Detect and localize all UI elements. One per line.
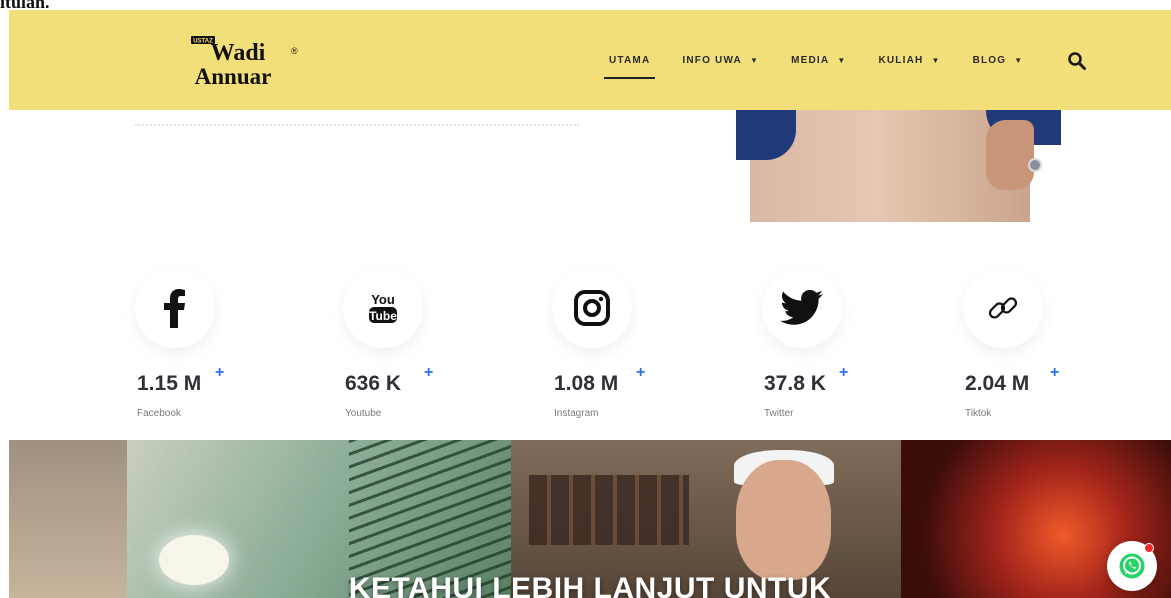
instagram-icon [574, 290, 610, 326]
logo-line-2: Annuar [195, 64, 272, 89]
page: USTAZ Wadi Annuar ® UTAMA INFO UWA ▼ MED… [9, 10, 1171, 598]
twitter-icon [780, 290, 823, 325]
youtube-icon-text: You [371, 292, 395, 307]
facebook-icon-button[interactable] [135, 268, 215, 348]
nav-item-label: UTAMA [609, 54, 651, 66]
site-logo[interactable]: USTAZ Wadi Annuar ® [173, 32, 303, 90]
youtube-icon: You Tube [369, 292, 397, 323]
plus-icon: + [215, 364, 225, 381]
plus-icon: + [839, 364, 849, 381]
stat-label: Youtube [345, 408, 382, 419]
twitter-icon-button[interactable] [762, 268, 842, 348]
stat-facebook: 1.15 M + Facebook [119, 268, 269, 438]
chevron-down-icon: ▼ [931, 55, 941, 65]
plus-icon: + [1050, 364, 1060, 381]
page-top-strip: itulah. [0, 0, 1171, 12]
stat-label: Instagram [554, 408, 599, 419]
hero-divider [135, 124, 579, 126]
chevron-down-icon: ▼ [749, 55, 760, 65]
stat-value: 2.04 M [965, 372, 1030, 395]
stat-value: 1.08 M [554, 372, 619, 395]
stat-label: Twitter [764, 408, 794, 419]
nav-item-utama[interactable]: UTAMA [603, 54, 656, 79]
stat-instagram: 1.08 M + Instagram [536, 268, 686, 438]
stat-value: 636 K [345, 372, 402, 395]
youtube-icon-text: Tube [369, 309, 397, 323]
nav-item-kuliah[interactable]: KULIAH ▼ [878, 55, 940, 66]
stat-value: 37.8 K [764, 372, 826, 395]
chevron-down-icon: ▼ [1014, 55, 1024, 65]
instagram-icon-button[interactable] [552, 268, 632, 348]
whatsapp-button[interactable] [1107, 541, 1157, 591]
social-stats: 1.15 M + Facebook You Tube 636 K + Youtu… [119, 268, 1119, 438]
stat-label: Tiktok [965, 408, 992, 419]
site-header: USTAZ Wadi Annuar ® UTAMA INFO UWA ▼ MED… [9, 10, 1171, 110]
link-icon [988, 297, 1018, 319]
banner-title: KETAHUI LEBIH LANJUT UNTUK [348, 572, 832, 598]
nav-item-label: MEDIA [791, 54, 830, 66]
bookshelf-image [529, 475, 689, 545]
nav-item-blog[interactable]: BLOG ▼ [973, 55, 1024, 66]
main-nav: UTAMA INFO UWA ▼ MEDIA ▼ KULIAH ▼ BLOG ▼ [603, 10, 1055, 110]
plus-icon: + [636, 364, 646, 381]
chevron-down-icon: ▼ [837, 55, 847, 65]
speaker-image [736, 460, 831, 580]
stat-youtube: You Tube 636 K + Youtube [327, 268, 477, 438]
promo-banner: KETAHUI LEBIH LANJUT UNTUK [9, 440, 1171, 598]
nav-item-media[interactable]: MEDIA ▼ [791, 55, 846, 66]
plus-icon: + [424, 364, 434, 381]
facebook-icon [164, 289, 185, 328]
nav-item-label: KULIAH [878, 54, 924, 66]
stat-value: 1.15 M [137, 372, 202, 395]
whatsapp-icon [1119, 553, 1145, 579]
stat-label: Facebook [137, 408, 181, 419]
youtube-icon-button[interactable]: You Tube [343, 268, 423, 348]
nav-item-label: INFO UWA [682, 54, 742, 66]
stat-twitter: 37.8 K + Twitter [746, 268, 896, 438]
nav-item-info-uwa[interactable]: INFO UWA ▼ [682, 55, 759, 66]
logo-line-1: Wadi [211, 40, 266, 66]
search-icon[interactable] [1067, 51, 1087, 71]
logo-registered-mark: ® [291, 46, 298, 56]
stat-tiktok: 2.04 M + Tiktok [947, 268, 1097, 438]
notification-dot [1144, 543, 1154, 553]
nav-item-label: BLOG [972, 54, 1007, 66]
link-icon-button[interactable] [963, 268, 1043, 348]
